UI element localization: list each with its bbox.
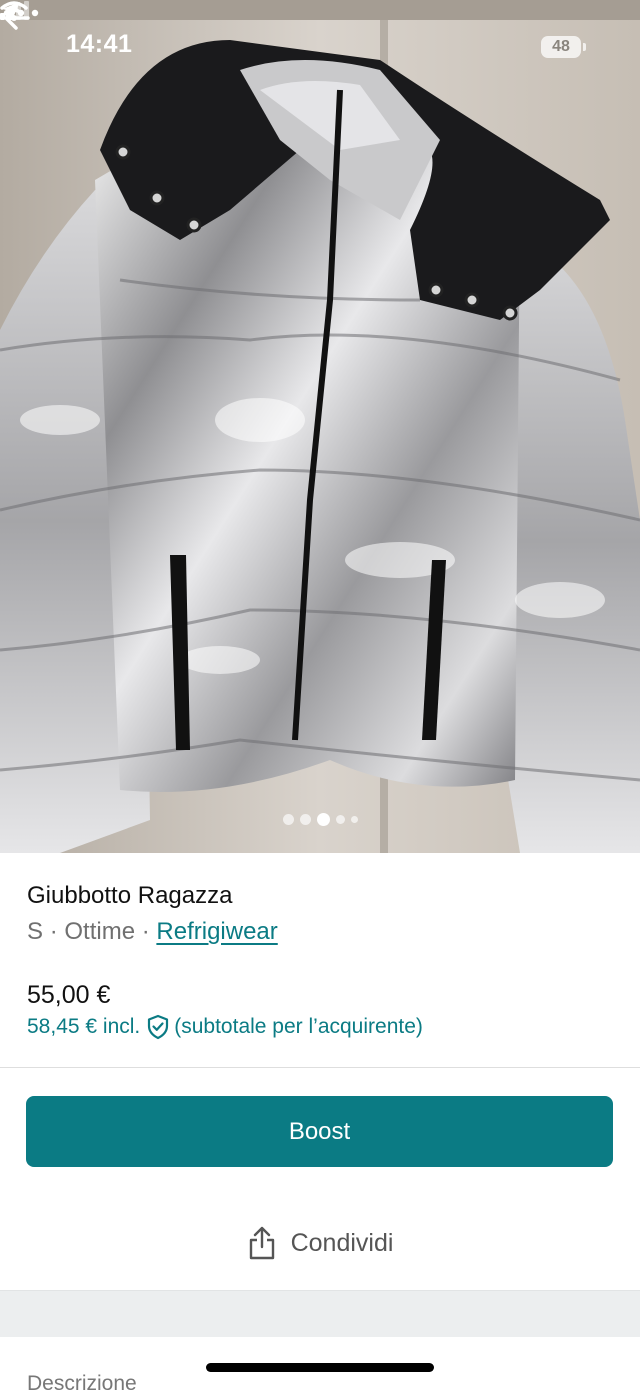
status-time: 14:41 [66, 30, 133, 58]
gallery-dot[interactable] [299, 814, 311, 825]
gallery-pagination [0, 813, 640, 826]
product-photo[interactable]: 14:41 48 [0, 0, 640, 853]
item-price: 55,00 € [27, 981, 111, 1009]
description-heading: Descrizione [27, 1372, 137, 1395]
battery-indicator: 48 [541, 36, 586, 58]
item-details: S · Ottime · Refrigiwear [27, 918, 278, 946]
more-horizontal-icon[interactable] [0, 0, 42, 26]
jacket-image [0, 0, 640, 853]
section-separator [0, 1290, 640, 1337]
gallery-dot-active[interactable] [316, 813, 330, 826]
share-button[interactable]: Condividi [0, 1218, 640, 1268]
shield-check-icon [148, 1014, 169, 1040]
separator: · [141, 918, 150, 945]
gallery-dot[interactable] [350, 816, 358, 823]
price-incl-row[interactable]: 58,45 € incl. (subtotale per l’acquirent… [27, 1014, 423, 1040]
price-incl-note: (subtotale per l’acquirente) [174, 1015, 423, 1038]
price-incl: 58,45 € incl. [27, 1015, 141, 1038]
boost-button[interactable]: Boost [26, 1096, 613, 1167]
share-label: Condividi [290, 1228, 394, 1257]
brand-link[interactable]: Refrigiwear [156, 918, 277, 945]
share-icon [249, 1226, 274, 1260]
gallery-dot[interactable] [335, 815, 345, 824]
divider [0, 1067, 640, 1068]
separator: · [49, 918, 58, 945]
item-condition: Ottime [64, 918, 136, 945]
item-title: Giubbotto Ragazza [27, 882, 233, 909]
home-indicator[interactable] [206, 1363, 434, 1372]
item-size: S [27, 918, 44, 945]
gallery-dot[interactable] [282, 814, 294, 825]
